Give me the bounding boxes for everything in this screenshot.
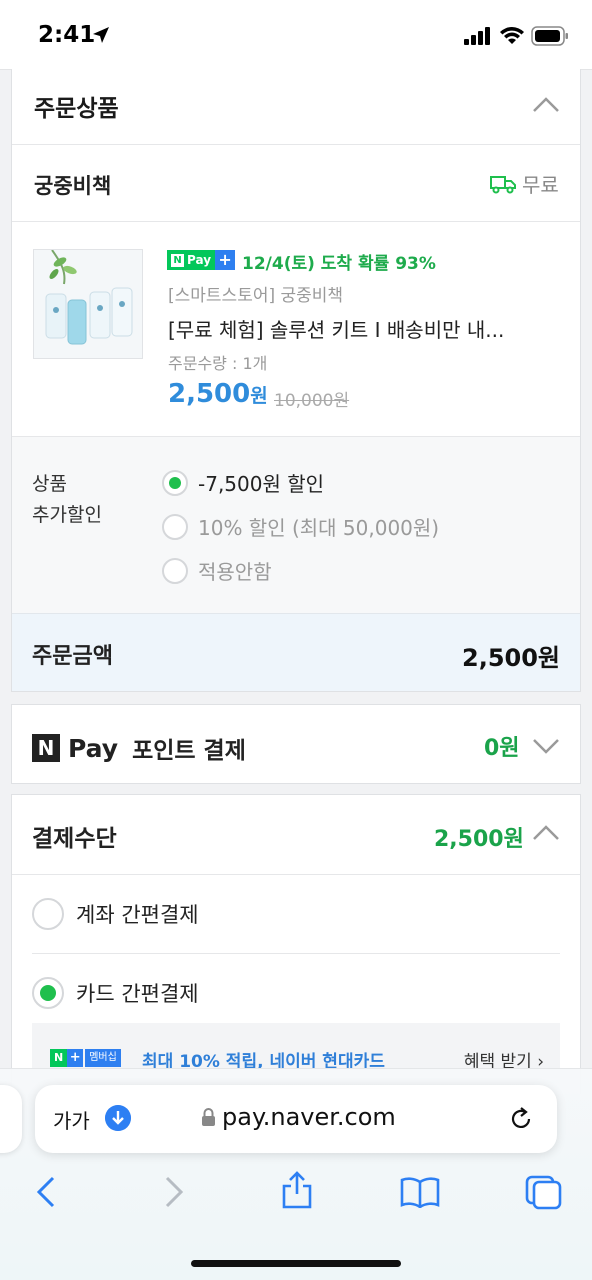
radio-unselected-icon[interactable] xyxy=(162,513,188,540)
discount-label: 상품 추가할인 xyxy=(32,469,102,531)
price-unit: 원 xyxy=(250,385,268,407)
discount-option-label: 10% 할인 (최대 50,000원) xyxy=(198,516,440,540)
radio-selected-icon[interactable] xyxy=(32,977,64,1009)
npay-logo: N Pay 포인트 결제 xyxy=(32,731,246,765)
npay-n-icon: N xyxy=(171,253,184,267)
wifi-icon xyxy=(500,27,524,44)
order-total-label: 주문금액 xyxy=(32,644,113,669)
product-price: 2,500원 xyxy=(168,379,268,409)
radio-unselected-icon[interactable] xyxy=(32,898,64,930)
product-image xyxy=(34,250,142,358)
download-icon[interactable] xyxy=(105,1105,131,1131)
bookmarks-icon[interactable] xyxy=(400,1176,440,1208)
chevron-down-icon[interactable] xyxy=(532,737,560,755)
discount-option-2[interactable]: 10% 할인 (최대 50,000원) xyxy=(162,512,439,541)
payment-method-card: 결제수단 2,500원 계좌 간편결제 카드 간편결제 N + 멤버십 최대 1… xyxy=(11,794,581,1094)
npay-membership-badge: N + 멤버십 xyxy=(50,1049,121,1067)
order-total-row: 주문금액 2,500원 xyxy=(12,613,580,691)
npay-logo-text: Pay xyxy=(68,733,119,763)
seller-name: 궁중비책 xyxy=(34,174,112,198)
share-icon[interactable] xyxy=(280,1170,314,1210)
price-value: 2,500 xyxy=(168,379,251,409)
discount-option-label: 적용안함 xyxy=(198,560,272,584)
order-products-card: 주문상품 궁중비책 무료 N Pay + 12/4(토) 도착 확률 93% [… xyxy=(11,69,581,692)
home-indicator xyxy=(191,1260,401,1267)
cellular-signal-icon xyxy=(464,27,490,45)
order-products-title: 주문상품 xyxy=(34,96,119,122)
discount-label-line1: 상품 xyxy=(32,473,67,495)
payment-option-account[interactable]: 계좌 간편결제 xyxy=(32,898,199,930)
npay-n-icon: N xyxy=(32,734,60,762)
payment-method-title: 결제수단 xyxy=(32,826,117,852)
product-name[interactable]: [무료 체험] 솔루션 키트 I 배송비만 내... xyxy=(168,314,563,343)
divider xyxy=(12,221,580,222)
truck-icon xyxy=(490,175,516,193)
point-payment-label: 포인트 결제 xyxy=(132,738,246,764)
point-value: 0원 xyxy=(484,736,520,761)
npay-n-icon: N xyxy=(50,1049,68,1067)
status-time: 2:41 xyxy=(38,22,96,48)
status-bar: 2:41 xyxy=(0,0,592,70)
reload-icon[interactable] xyxy=(507,1105,535,1133)
npay-badge-label: Pay xyxy=(187,253,212,267)
store-name: [스마트스토어] 궁중비책 xyxy=(168,286,344,306)
url-text[interactable]: pay.naver.com xyxy=(222,1103,396,1131)
text-size-button[interactable]: 가가 xyxy=(53,1105,90,1134)
chevron-up-icon[interactable] xyxy=(532,95,560,113)
lock-icon xyxy=(202,1108,215,1126)
payment-option-card[interactable]: 카드 간편결제 xyxy=(32,977,199,1009)
payment-method-amount: 2,500원 xyxy=(434,827,524,852)
membership-label: 멤버십 xyxy=(85,1049,121,1067)
discount-option-1[interactable]: -7,500원 할인 xyxy=(162,468,324,497)
radio-unselected-icon[interactable] xyxy=(162,557,188,584)
divider xyxy=(12,144,580,145)
discount-option-3[interactable]: 적용안함 xyxy=(162,556,272,585)
order-total-value: 2,500원 xyxy=(462,644,560,672)
npay-plus-badge: N Pay + xyxy=(167,250,236,270)
product-quantity: 주문수량 : 1개 xyxy=(168,354,268,373)
discount-option-label: -7,500원 할인 xyxy=(198,472,325,496)
additional-discount-section: 상품 추가할인 -7,500원 할인 10% 할인 (최대 50,000원) 적… xyxy=(12,436,580,613)
npay-point-card[interactable]: N Pay 포인트 결제 0원 xyxy=(11,704,581,784)
shipping-info: 무료 xyxy=(490,169,559,198)
forward-arrow-icon[interactable] xyxy=(162,1175,186,1209)
divider xyxy=(12,874,580,875)
divider xyxy=(32,953,560,954)
radio-selected-icon[interactable] xyxy=(162,469,188,496)
product-thumbnail[interactable] xyxy=(33,249,143,359)
payment-option-label: 카드 간편결제 xyxy=(76,982,199,1006)
discount-label-line2: 추가할인 xyxy=(32,504,102,526)
chevron-up-icon[interactable] xyxy=(532,823,560,841)
plus-icon: + xyxy=(215,250,236,270)
payment-option-label: 계좌 간편결제 xyxy=(76,903,199,927)
address-bar[interactable]: 가가 pay.naver.com xyxy=(35,1085,557,1153)
previous-tab-preview[interactable] xyxy=(0,1085,22,1153)
battery-icon xyxy=(531,26,568,46)
delivery-estimate: 12/4(토) 도착 확률 93% xyxy=(242,254,436,274)
plus-icon: + xyxy=(67,1049,84,1067)
original-price: 10,000원 xyxy=(274,391,350,411)
location-arrow-icon xyxy=(93,27,109,43)
tabs-icon[interactable] xyxy=(524,1174,564,1210)
shipping-free-label: 무료 xyxy=(522,173,559,197)
back-arrow-icon[interactable] xyxy=(34,1175,58,1209)
